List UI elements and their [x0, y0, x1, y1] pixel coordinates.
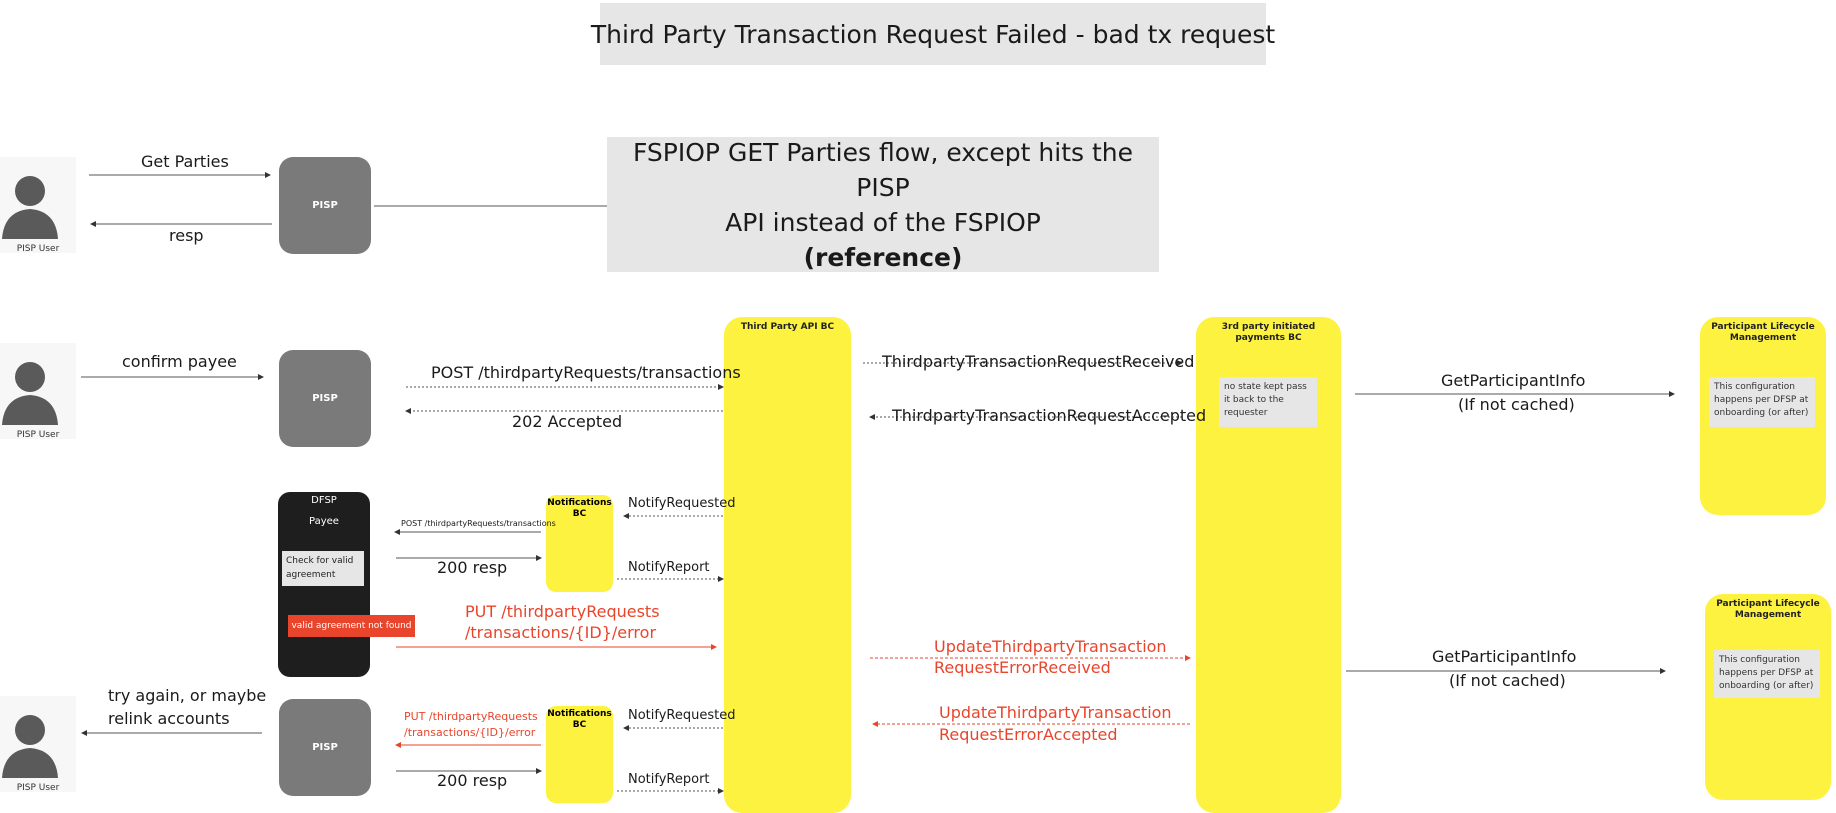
- pisp-user-1: PISP User: [0, 157, 76, 254]
- config-note-2: This configuration happens per DFSP at o…: [1714, 650, 1820, 698]
- config-note-1: This configuration happens per DFSP at o…: [1709, 377, 1815, 427]
- resp-200-label-2: 200 resp: [437, 771, 508, 790]
- get-participant-info-label-2: GetParticipantInfo: [1432, 647, 1577, 666]
- notifications-bc-2: Notifications BC: [546, 706, 613, 803]
- get-participant-info-label-1: GetParticipantInfo: [1441, 371, 1586, 390]
- pisp-user-3: PISP User: [0, 696, 76, 793]
- post-small-label: POST /thirdpartyRequests/transactions: [401, 519, 556, 528]
- reference-box: FSPIOP GET Parties flow, except hits the…: [607, 137, 1159, 272]
- payee-label: Payee: [309, 516, 339, 527]
- notifications-bc-1: Notifications BC: [546, 495, 613, 592]
- user-icon: [2, 362, 58, 425]
- user-icon: [2, 715, 58, 778]
- dfsp-label: DFSP: [311, 495, 337, 506]
- notify-report-label-1: NotifyReport: [628, 560, 710, 575]
- put-error-small-label-2: /transactions/{ID}/error: [404, 726, 536, 739]
- notify-requested-label-2: NotifyRequested: [628, 708, 736, 723]
- if-not-cached-label-2: (If not cached): [1449, 671, 1566, 690]
- pisp-box-1: PISP: [279, 157, 371, 254]
- notify-requested-label-1: NotifyRequested: [628, 496, 736, 511]
- reference-line-3: (reference): [803, 242, 963, 272]
- diagram-title: Third Party Transaction Request Failed -…: [591, 3, 1275, 65]
- pisp-box-2: PISP: [279, 350, 371, 447]
- put-error-label-2: /transactions/{ID}/error: [465, 623, 657, 642]
- confirm-payee-label: confirm payee: [122, 352, 237, 371]
- get-parties-label: Get Parties: [141, 152, 229, 171]
- user-icon: [2, 176, 58, 239]
- pisp-box-3: PISP: [279, 699, 371, 796]
- pisp-user-label: PISP User: [16, 783, 60, 793]
- pisp-user-2: PISP User: [0, 343, 76, 440]
- notify-report-label-2: NotifyReport: [628, 772, 710, 787]
- resp-label: resp: [169, 226, 204, 245]
- update-error-received-label-2: RequestErrorReceived: [934, 658, 1111, 677]
- no-state-note: no state kept pass it back to the reques…: [1219, 377, 1317, 427]
- update-error-accepted-label-2: RequestErrorAccepted: [939, 725, 1118, 744]
- put-error-small-label-1: PUT /thirdpartyRequests: [404, 710, 538, 723]
- pisp-user-label: PISP User: [16, 430, 60, 440]
- reference-line-2: API instead of the FSPIOP: [725, 207, 1041, 237]
- reference-line-1: FSPIOP GET Parties flow, except hits the…: [632, 137, 1133, 202]
- third-party-api-bc: Third Party API BC: [724, 317, 851, 813]
- if-not-cached-label-1: (If not cached): [1458, 395, 1575, 414]
- check-agreement-note: Check for valid agreement: [282, 551, 364, 586]
- try-again-label-1: try again, or maybe: [108, 686, 267, 705]
- resp-200-label-1: 200 resp: [437, 558, 508, 577]
- tx-received-label: ThirdpartyTransactionRequestReceived: [882, 352, 1195, 371]
- update-error-received-label-1: UpdateThirdpartyTransaction: [934, 637, 1167, 656]
- dfsp-payee-box: DFSP Payee Check for valid agreement: [278, 492, 370, 677]
- error-badge: valid agreement not found: [288, 615, 415, 637]
- try-again-label-2: relink accounts: [108, 709, 230, 728]
- post-transactions-label: POST /thirdpartyRequests/transactions: [431, 363, 741, 382]
- accepted-202-label: 202 Accepted: [512, 412, 623, 431]
- pisp-user-label: PISP User: [16, 244, 60, 254]
- tx-accepted-label: ThirdpartyTransactionRequestAccepted: [892, 406, 1207, 425]
- put-error-label-1: PUT /thirdpartyRequests: [465, 602, 660, 621]
- update-error-accepted-label-1: UpdateThirdpartyTransaction: [939, 703, 1172, 722]
